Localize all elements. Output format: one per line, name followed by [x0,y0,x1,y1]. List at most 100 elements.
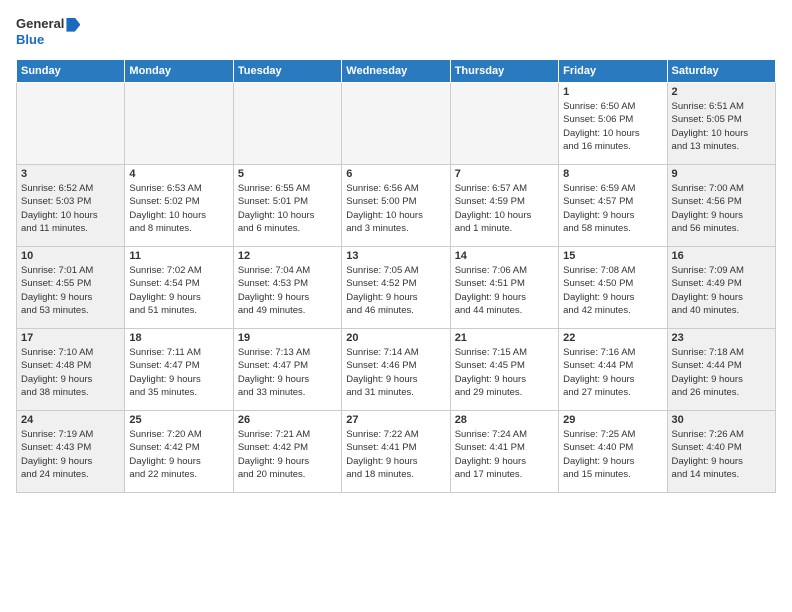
day-number: 23 [672,332,771,344]
calendar-cell: 26Sunrise: 7:21 AMSunset: 4:42 PMDayligh… [233,411,341,493]
weekday-header-wednesday: Wednesday [342,60,450,83]
calendar-cell [450,83,558,165]
day-number: 21 [455,332,554,344]
calendar-cell: 9 Sunrise: 7:00 AMSunset: 4:56 PMDaylight… [667,165,775,247]
calendar-cell: 27 Sunrise: 7:22 AMSunset: 4:41 PMDayligh… [342,411,450,493]
logo-icon [66,18,80,32]
day-info: Sunrise: 6:55 AMSunset: 5:01 PMDaylight:… [238,182,337,235]
calendar-cell: 22 Sunrise: 7:16 AMSunset: 4:44 PMDayligh… [559,329,667,411]
day-number: 22 [563,332,662,344]
calendar-cell: 1 Sunrise: 6:50 AMSunset: 5:06 PMDaylight… [559,83,667,165]
calendar-cell [17,83,125,165]
day-info: Sunrise: 7:18 AMSunset: 4:44 PMDaylight:… [672,346,771,399]
calendar-cell: 20 Sunrise: 7:14 AMSunset: 4:46 PMDayligh… [342,329,450,411]
weekday-header-saturday: Saturday [667,60,775,83]
calendar-cell: 2 Sunrise: 6:51 AMSunset: 5:05 PMDaylight… [667,83,775,165]
day-number: 18 [129,332,228,344]
day-info: Sunrise: 7:19 AMSunset: 4:43 PMDaylight:… [21,428,120,481]
calendar-cell: 16 Sunrise: 7:09 AMSunset: 4:49 PMDayligh… [667,247,775,329]
day-info: Sunrise: 7:04 AMSunset: 4:53 PMDaylight:… [238,264,337,317]
logo: General Blue [16,16,80,47]
day-number: 17 [21,332,120,344]
weekday-header-thursday: Thursday [450,60,558,83]
day-number: 26 [238,414,337,426]
day-number: 12 [238,250,337,262]
weekday-header-friday: Friday [559,60,667,83]
day-number: 15 [563,250,662,262]
day-number: 20 [346,332,445,344]
day-info: Sunrise: 7:13 AMSunset: 4:47 PMDaylight:… [238,346,337,399]
calendar-cell: 25 Sunrise: 7:20 AMSunset: 4:42 PMDayligh… [125,411,233,493]
day-number: 3 [21,168,120,180]
logo-blue: Blue [16,32,80,48]
day-info: Sunrise: 7:05 AMSunset: 4:52 PMDaylight:… [346,264,445,317]
day-info: Sunrise: 6:59 AMSunset: 4:57 PMDaylight:… [563,182,662,235]
day-number: 27 [346,414,445,426]
page-header: General Blue [16,16,776,47]
day-number: 30 [672,414,771,426]
day-info: Sunrise: 6:52 AMSunset: 5:03 PMDaylight:… [21,182,120,235]
day-info: Sunrise: 7:10 AMSunset: 4:48 PMDaylight:… [21,346,120,399]
calendar-cell [342,83,450,165]
day-number: 19 [238,332,337,344]
calendar-cell: 14Sunrise: 7:06 AMSunset: 4:51 PMDayligh… [450,247,558,329]
day-number: 1 [563,86,662,98]
calendar-cell: 17 Sunrise: 7:10 AMSunset: 4:48 PMDayligh… [17,329,125,411]
day-number: 10 [21,250,120,262]
calendar-cell: 23 Sunrise: 7:18 AMSunset: 4:44 PMDayligh… [667,329,775,411]
weekday-header-sunday: Sunday [17,60,125,83]
weekday-header-monday: Monday [125,60,233,83]
calendar-cell [125,83,233,165]
calendar-cell: 18 Sunrise: 7:11 AMSunset: 4:47 PMDayligh… [125,329,233,411]
day-number: 9 [672,168,771,180]
day-info: Sunrise: 6:50 AMSunset: 5:06 PMDaylight:… [563,100,662,153]
day-info: Sunrise: 7:02 AMSunset: 4:54 PMDaylight:… [129,264,228,317]
day-number: 5 [238,168,337,180]
calendar-cell: 19 Sunrise: 7:13 AMSunset: 4:47 PMDayligh… [233,329,341,411]
day-number: 11 [129,250,228,262]
day-info: Sunrise: 7:01 AMSunset: 4:55 PMDaylight:… [21,264,120,317]
day-number: 25 [129,414,228,426]
day-number: 16 [672,250,771,262]
day-info: Sunrise: 7:25 AMSunset: 4:40 PMDaylight:… [563,428,662,481]
day-info: Sunrise: 6:53 AMSunset: 5:02 PMDaylight:… [129,182,228,235]
calendar-cell: 3 Sunrise: 6:52 AMSunset: 5:03 PMDaylight… [17,165,125,247]
day-info: Sunrise: 7:14 AMSunset: 4:46 PMDaylight:… [346,346,445,399]
day-number: 14 [455,250,554,262]
day-info: Sunrise: 7:09 AMSunset: 4:49 PMDaylight:… [672,264,771,317]
calendar-cell: 5 Sunrise: 6:55 AMSunset: 5:01 PMDaylight… [233,165,341,247]
calendar-cell: 11 Sunrise: 7:02 AMSunset: 4:54 PMDayligh… [125,247,233,329]
day-info: Sunrise: 6:57 AMSunset: 4:59 PMDaylight:… [455,182,554,235]
day-info: Sunrise: 6:56 AMSunset: 5:00 PMDaylight:… [346,182,445,235]
day-number: 28 [455,414,554,426]
day-info: Sunrise: 7:16 AMSunset: 4:44 PMDaylight:… [563,346,662,399]
calendar-cell [233,83,341,165]
calendar-cell: 7Sunrise: 6:57 AMSunset: 4:59 PMDaylight… [450,165,558,247]
calendar-cell: 24 Sunrise: 7:19 AMSunset: 4:43 PMDayligh… [17,411,125,493]
day-number: 6 [346,168,445,180]
day-number: 13 [346,250,445,262]
calendar-cell: 4 Sunrise: 6:53 AMSunset: 5:02 PMDaylight… [125,165,233,247]
day-number: 4 [129,168,228,180]
weekday-header-tuesday: Tuesday [233,60,341,83]
calendar-table: SundayMondayTuesdayWednesdayThursdayFrid… [16,59,776,493]
day-info: Sunrise: 7:20 AMSunset: 4:42 PMDaylight:… [129,428,228,481]
logo-general: General [16,16,64,31]
calendar-cell: 6 Sunrise: 6:56 AMSunset: 5:00 PMDaylight… [342,165,450,247]
calendar-cell: 8 Sunrise: 6:59 AMSunset: 4:57 PMDaylight… [559,165,667,247]
day-info: Sunrise: 7:15 AMSunset: 4:45 PMDaylight:… [455,346,554,399]
calendar-cell: 12 Sunrise: 7:04 AMSunset: 4:53 PMDayligh… [233,247,341,329]
day-number: 24 [21,414,120,426]
calendar-cell: 30Sunrise: 7:26 AMSunset: 4:40 PMDayligh… [667,411,775,493]
day-info: Sunrise: 7:08 AMSunset: 4:50 PMDaylight:… [563,264,662,317]
calendar-cell: 15 Sunrise: 7:08 AMSunset: 4:50 PMDayligh… [559,247,667,329]
day-number: 2 [672,86,771,98]
calendar-cell: 10 Sunrise: 7:01 AMSunset: 4:55 PMDayligh… [17,247,125,329]
day-info: Sunrise: 6:51 AMSunset: 5:05 PMDaylight:… [672,100,771,153]
day-info: Sunrise: 7:11 AMSunset: 4:47 PMDaylight:… [129,346,228,399]
day-info: Sunrise: 7:22 AMSunset: 4:41 PMDaylight:… [346,428,445,481]
calendar-cell: 29 Sunrise: 7:25 AMSunset: 4:40 PMDayligh… [559,411,667,493]
day-info: Sunrise: 7:00 AMSunset: 4:56 PMDaylight:… [672,182,771,235]
day-number: 8 [563,168,662,180]
day-number: 29 [563,414,662,426]
